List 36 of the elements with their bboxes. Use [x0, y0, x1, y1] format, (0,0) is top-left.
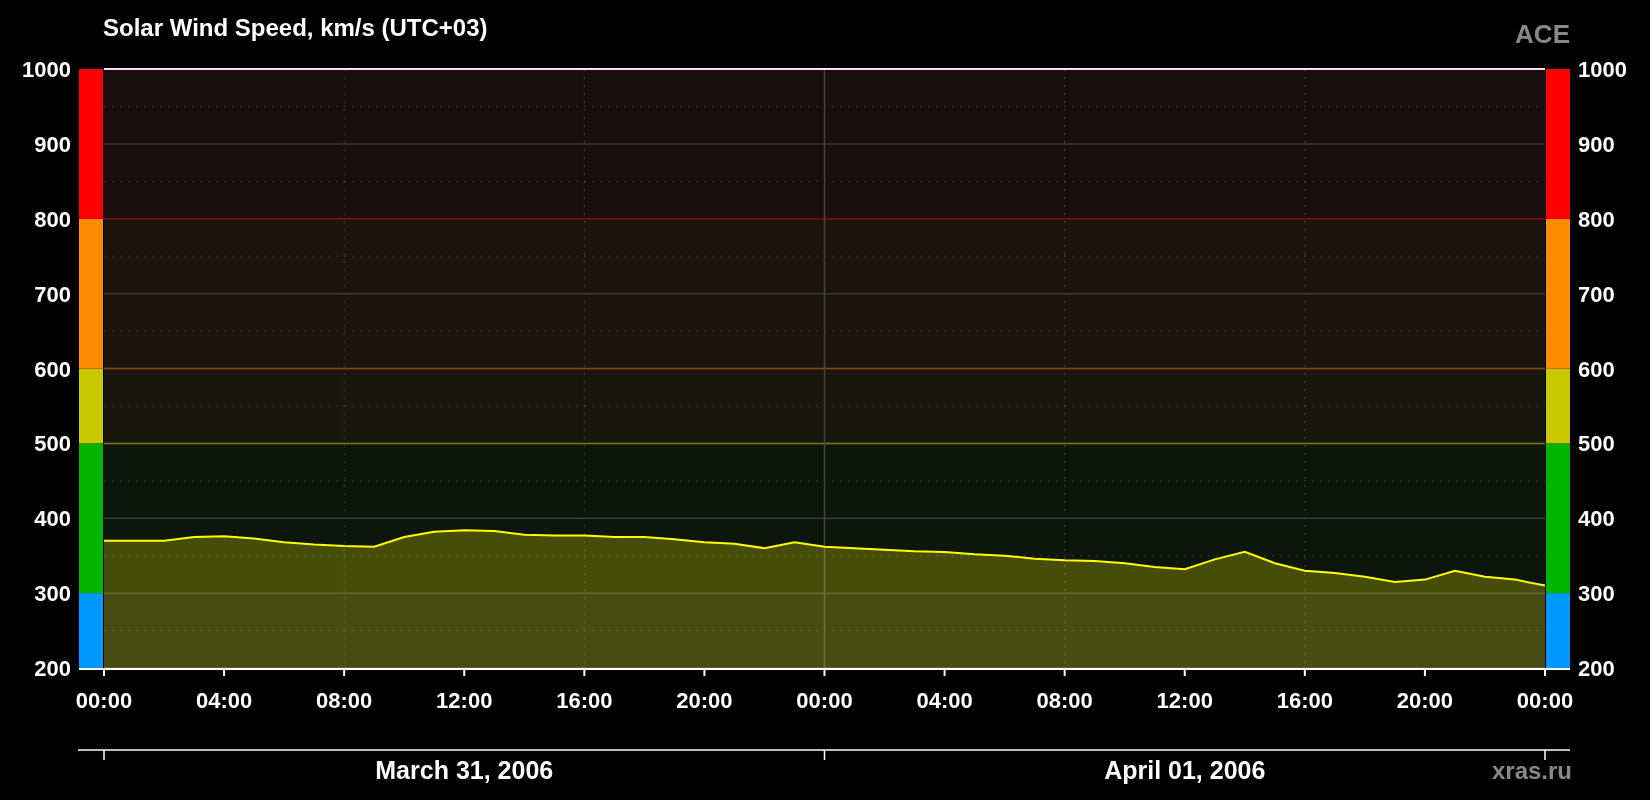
date-label: April 01, 2006: [1104, 756, 1266, 784]
x-tick-label: 00:00: [796, 688, 853, 713]
y-tick-label: 800: [34, 206, 71, 232]
y-tick-label: 500: [34, 431, 71, 457]
y-tick-label: 900: [1578, 131, 1615, 157]
y-tick-label: 400: [34, 506, 71, 532]
x-tick-label: 20:00: [676, 688, 733, 713]
x-tick-label: 12:00: [436, 688, 493, 713]
x-tick-label: 08:00: [316, 688, 373, 713]
y-tick-label: 200: [1578, 656, 1615, 681]
x-tick-label: 16:00: [1276, 688, 1333, 713]
x-tick-label: 12:00: [1156, 688, 1213, 713]
site-label: xras.ru: [1491, 757, 1572, 784]
y-tick-label: 500: [1578, 431, 1615, 457]
x-tick-label: 00:00: [75, 688, 133, 713]
y-tick-label: 400: [1578, 506, 1615, 532]
chart-title: Solar Wind Speed, km/s (UTC+03): [103, 14, 488, 42]
x-tick-label: 04:00: [195, 688, 253, 713]
y-tick-label: 600: [34, 356, 71, 382]
source-label: ACE: [1515, 18, 1570, 50]
y-tick-label: 700: [1578, 281, 1615, 307]
y-tick-label: 700: [34, 281, 71, 307]
x-tick-label: 00:00: [1516, 688, 1574, 713]
y-tick-label: 300: [1578, 581, 1615, 607]
x-tick-label: 20:00: [1396, 688, 1454, 713]
y-tick-label: 300: [34, 581, 71, 607]
y-tick-label: 600: [1578, 356, 1615, 382]
date-label: March 31, 2006: [375, 756, 554, 784]
x-tick-label: 04:00: [916, 688, 973, 713]
x-tick-label: 16:00: [556, 688, 613, 713]
y-tick-label: 1000: [1578, 57, 1627, 82]
y-tick-label: 1000: [22, 57, 71, 82]
y-tick-label: 200: [34, 656, 71, 681]
y-tick-label: 800: [1578, 206, 1615, 232]
x-tick-label: 08:00: [1036, 688, 1093, 713]
y-tick-label: 900: [34, 131, 71, 157]
